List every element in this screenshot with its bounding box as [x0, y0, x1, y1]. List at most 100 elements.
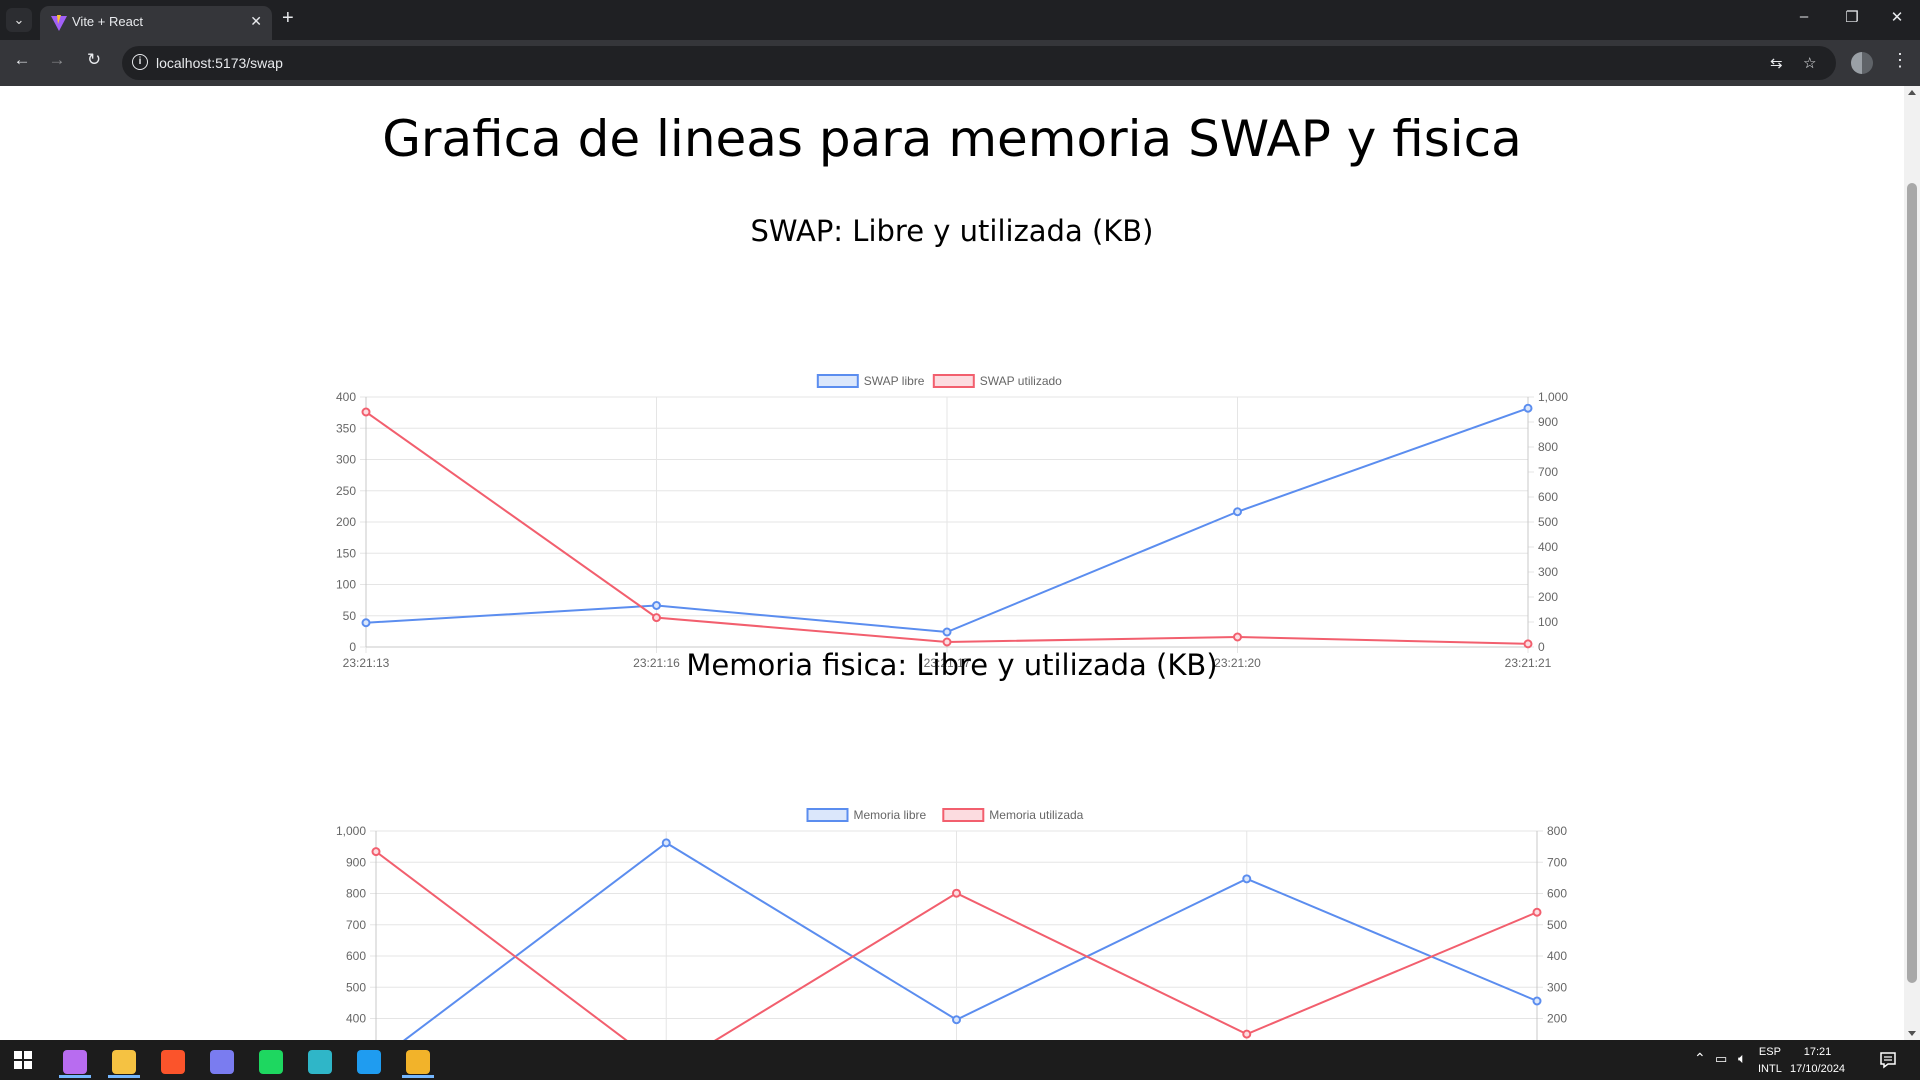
physical-memory-line-chart: 2003004005006007008009001,00001002003004… — [336, 808, 1567, 1040]
forward-button[interactable]: → — [45, 50, 69, 70]
y-left-tick-label: 600 — [346, 949, 366, 963]
swap-line-chart: 0501001502002503003504000100200300400500… — [336, 374, 1568, 670]
taskbar-app[interactable] — [398, 1046, 438, 1078]
page-viewport: Grafica de lineas para memoria SWAP y fi… — [0, 86, 1904, 1040]
site-info-icon[interactable]: i — [132, 54, 148, 70]
y-right-tick-label: 400 — [1538, 540, 1558, 554]
notifications-icon[interactable] — [1879, 1051, 1897, 1069]
y-left-tick-label: 900 — [346, 855, 366, 869]
y-left-tick-label: 200 — [336, 515, 356, 529]
page-scrollbar[interactable] — [1904, 86, 1920, 1040]
brave-icon — [161, 1050, 185, 1074]
legend-swatch — [932, 374, 975, 388]
volume-icon[interactable]: 🔈︎ — [1738, 1050, 1746, 1067]
data-point — [661, 838, 671, 848]
clock-time: 17:21 — [1803, 1046, 1832, 1058]
network-icon[interactable]: ▭ — [1715, 1051, 1727, 1067]
language-code: ESP — [1758, 1046, 1781, 1058]
data-point — [652, 613, 661, 623]
taskbar-app[interactable] — [349, 1046, 389, 1078]
data-point — [1523, 639, 1533, 649]
legend-label: Memoria libre — [854, 808, 927, 822]
vscode-icon — [357, 1050, 381, 1074]
tab-title: Vite + React — [72, 14, 143, 29]
legend-swatch — [942, 808, 985, 822]
scroll-down-arrow-icon[interactable] — [1908, 1031, 1916, 1036]
browser-menu-icon[interactable]: ⋮ — [1891, 50, 1909, 71]
y-right-tick-label: 200 — [1547, 1012, 1567, 1026]
y-right-tick-label: 800 — [1547, 824, 1567, 838]
data-point — [1242, 1029, 1252, 1039]
taskbar-app[interactable] — [251, 1046, 291, 1078]
y-right-tick-label: 600 — [1538, 490, 1558, 504]
taskbar-app[interactable] — [300, 1046, 340, 1078]
y-left-tick-label: 700 — [346, 918, 366, 932]
back-button[interactable]: ← — [10, 50, 34, 70]
y-left-tick-label: 800 — [346, 887, 366, 901]
taskbar-app[interactable] — [104, 1046, 144, 1078]
data-point — [942, 637, 952, 647]
y-left-tick-label: 150 — [336, 546, 356, 560]
browser-toolbar: ← → ↻ i localhost:5173/swap ⇆ ☆ ⋮ — [0, 40, 1920, 86]
windows-start-icon[interactable] — [14, 1051, 32, 1069]
data-point — [942, 627, 952, 637]
page-title: Grafica de lineas para memoria SWAP y fi… — [382, 110, 1522, 168]
windows-taskbar: ⌃ ▭ 🔈︎ ESP INTL 17:21 17/10/2024 — [0, 1040, 1920, 1080]
minimize-button[interactable]: – — [1792, 8, 1816, 25]
scroll-thumb[interactable] — [1907, 183, 1917, 983]
close-window-button[interactable]: ✕ — [1885, 8, 1909, 26]
language-indicator[interactable]: ESP INTL — [1758, 1044, 1782, 1078]
file-explorer-icon — [112, 1050, 136, 1074]
data-point — [1532, 996, 1542, 1006]
tab-search-button[interactable]: ⌄ — [6, 8, 32, 32]
legend-swatch — [806, 808, 849, 822]
profile-avatar[interactable] — [1851, 52, 1873, 74]
legend-label: SWAP libre — [864, 374, 925, 388]
y-left-tick-label: 1,000 — [336, 824, 366, 838]
y-right-tick-label: 600 — [1547, 887, 1567, 901]
y-right-tick-label: 300 — [1538, 565, 1558, 579]
y-right-tick-label: 500 — [1538, 515, 1558, 529]
running-indicator — [59, 1075, 91, 1078]
y-right-tick-label: 200 — [1538, 590, 1558, 604]
y-left-tick-label: 300 — [336, 453, 356, 467]
reload-button[interactable]: ↻ — [82, 50, 106, 70]
running-indicator — [402, 1075, 434, 1078]
data-point — [652, 601, 661, 610]
y-left-tick-label: 50 — [343, 609, 357, 623]
browser-titlebar: ⌄ Vite + React ✕ + – ❐ ✕ — [0, 0, 1920, 40]
legend-label: SWAP utilizado — [980, 374, 1062, 388]
browser-tab-active[interactable]: Vite + React ✕ — [40, 6, 272, 40]
tab-close-icon[interactable]: ✕ — [250, 13, 262, 30]
legend-label: Memoria utilizada — [989, 808, 1083, 822]
taskbar-app[interactable] — [202, 1046, 242, 1078]
y-left-tick-label: 500 — [346, 980, 366, 994]
data-point — [1233, 632, 1242, 642]
copilot-icon — [63, 1050, 87, 1074]
keyboard-layout: INTL — [1758, 1063, 1782, 1075]
data-point — [952, 1015, 961, 1025]
physical-memory-chart-title: Memoria fisica: Libre y utilizada (KB) — [686, 648, 1218, 682]
tray-overflow-icon[interactable]: ⌃ — [1694, 1050, 1706, 1067]
taskbar-app[interactable] — [55, 1046, 95, 1078]
taskbar-app[interactable] — [153, 1046, 193, 1078]
new-tab-button[interactable]: + — [282, 7, 294, 30]
scroll-up-arrow-icon[interactable] — [1908, 90, 1916, 95]
y-left-tick-label: 250 — [336, 484, 356, 498]
y-left-tick-label: 400 — [346, 1012, 366, 1026]
y-right-tick-label: 100 — [1538, 615, 1558, 629]
url-text[interactable]: localhost:5173/swap — [156, 55, 283, 71]
translate-icon[interactable]: ⇆ — [1770, 54, 1783, 72]
data-point — [952, 888, 961, 898]
bookmark-star-icon[interactable]: ☆ — [1803, 54, 1816, 72]
running-indicator — [108, 1075, 140, 1078]
taskbar-clock[interactable]: 17:21 17/10/2024 — [1790, 1044, 1845, 1078]
edge-icon — [308, 1050, 332, 1074]
restore-button[interactable]: ❐ — [1840, 8, 1864, 26]
clock-date: 17/10/2024 — [1790, 1063, 1846, 1075]
swap-chart-title: SWAP: Libre y utilizada (KB) — [750, 214, 1154, 248]
legend-swatch — [816, 374, 859, 388]
y-right-tick-label: 300 — [1547, 980, 1567, 994]
address-bar[interactable]: i localhost:5173/swap ⇆ ☆ — [122, 46, 1836, 80]
y-left-tick-label: 400 — [336, 390, 356, 404]
